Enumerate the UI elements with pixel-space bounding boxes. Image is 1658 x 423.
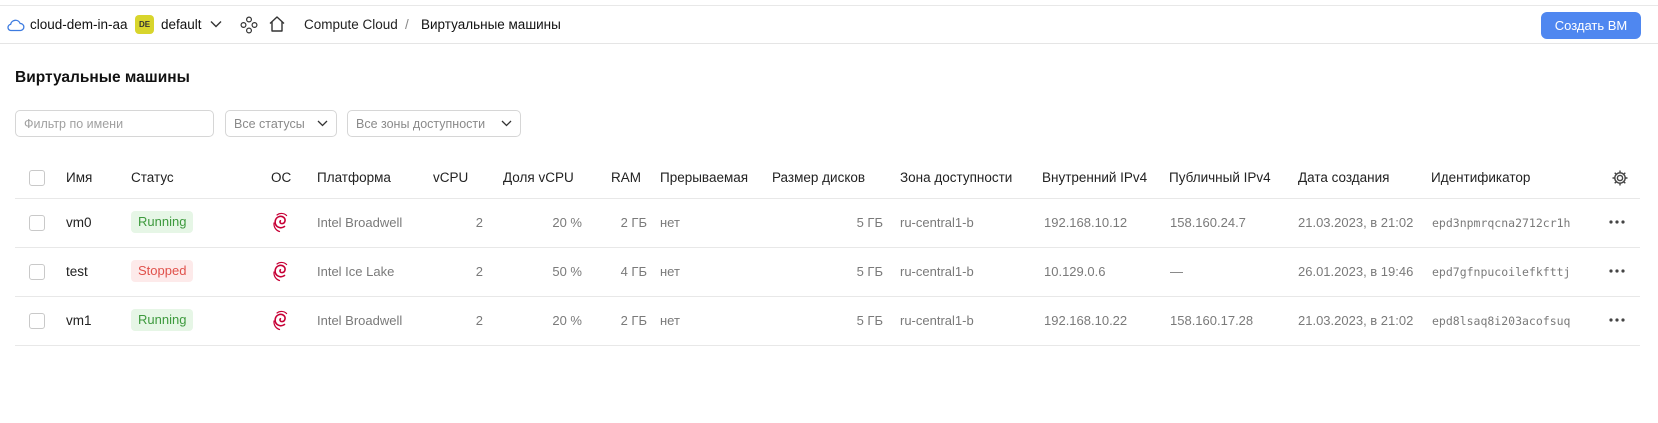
vm-name[interactable]: vm1 bbox=[66, 313, 92, 328]
table-row[interactable]: test Stopped Intel Ice Lake 2 50 % 4 ГБ … bbox=[15, 248, 1640, 297]
top-navigation-bar: cloud-dem-in-aa DE default Compute Cloud… bbox=[0, 6, 1658, 44]
vm-id: epd8lsaq8i203acofsuq bbox=[1432, 314, 1571, 328]
column-header-internal-ipv4[interactable]: Внутренний IPv4 bbox=[1042, 170, 1147, 185]
gear-icon[interactable] bbox=[1611, 169, 1629, 187]
zone: ru-central1-b bbox=[900, 264, 974, 279]
column-header-os[interactable]: ОС bbox=[271, 170, 291, 185]
column-header-preemptible[interactable]: Прерываемая bbox=[660, 170, 748, 185]
vm-name[interactable]: vm0 bbox=[66, 215, 92, 230]
vcpu: 2 bbox=[475, 264, 483, 279]
ram: 2 ГБ bbox=[620, 313, 647, 328]
chevron-down-icon[interactable] bbox=[210, 20, 222, 28]
column-header-status[interactable]: Статус bbox=[131, 170, 174, 185]
created-date: 21.03.2023, в 21:02 bbox=[1298, 313, 1414, 328]
services-icon[interactable] bbox=[240, 16, 258, 34]
select-all-checkbox[interactable] bbox=[29, 170, 45, 186]
platform: Intel Ice Lake bbox=[317, 264, 395, 279]
home-icon[interactable] bbox=[268, 15, 286, 33]
folder-badge: DE bbox=[135, 15, 154, 34]
platform: Intel Broadwell bbox=[317, 313, 403, 328]
row-checkbox[interactable] bbox=[29, 313, 45, 329]
status-badge: Running bbox=[131, 309, 194, 331]
column-header-disk-size[interactable]: Размер дисков bbox=[772, 170, 865, 185]
column-header-ram[interactable]: RAM bbox=[611, 170, 641, 185]
table-header-row: Имя Статус ОС Платформа vCPU Доля vCPU R… bbox=[15, 158, 1640, 199]
preemptible: нет bbox=[660, 264, 680, 279]
more-options-icon[interactable] bbox=[1609, 269, 1625, 273]
vm-id: epd7gfnpucoilefkfttj bbox=[1432, 265, 1571, 279]
vm-name[interactable]: test bbox=[66, 264, 88, 279]
vcpu: 2 bbox=[475, 313, 483, 328]
internal-ipv4: 192.168.10.22 bbox=[1044, 313, 1128, 328]
created-date: 21.03.2023, в 21:02 bbox=[1298, 215, 1414, 230]
name-filter-input[interactable] bbox=[15, 110, 214, 137]
column-header-created[interactable]: Дата создания bbox=[1298, 170, 1390, 185]
disk-size: 5 ГБ bbox=[856, 264, 883, 279]
status-filter-label: Все статусы bbox=[234, 116, 305, 131]
folder-name[interactable]: default bbox=[161, 17, 202, 32]
column-header-vcpu[interactable]: vCPU bbox=[433, 170, 468, 185]
internal-ipv4: 192.168.10.12 bbox=[1044, 215, 1128, 230]
disk-size: 5 ГБ bbox=[856, 215, 883, 230]
cloud-name[interactable]: cloud-dem-in-aa bbox=[30, 17, 128, 32]
column-header-id[interactable]: Идентификатор bbox=[1431, 170, 1530, 185]
column-header-vcpu-share[interactable]: Доля vCPU bbox=[503, 170, 574, 185]
debian-icon bbox=[273, 310, 288, 331]
vm-id: epd3npmrqcna2712cr1h bbox=[1432, 216, 1571, 230]
debian-icon bbox=[273, 261, 288, 282]
row-checkbox[interactable] bbox=[29, 264, 45, 280]
breadcrumb-compute-cloud[interactable]: Compute Cloud bbox=[304, 17, 398, 32]
zone-filter-dropdown[interactable]: Все зоны доступности bbox=[347, 110, 521, 137]
create-vm-button[interactable]: Создать ВМ bbox=[1541, 12, 1641, 39]
public-ipv4: 158.160.17.28 bbox=[1170, 313, 1254, 328]
vcpu-share: 50 % bbox=[552, 264, 582, 279]
disk-size: 5 ГБ bbox=[856, 313, 883, 328]
vcpu-share: 20 % bbox=[552, 313, 582, 328]
zone: ru-central1-b bbox=[900, 313, 974, 328]
public-ipv4: — bbox=[1170, 264, 1183, 279]
table-row[interactable]: vm1 Running Intel Broadwell 2 20 % 2 ГБ … bbox=[15, 297, 1640, 346]
ram: 2 ГБ bbox=[620, 215, 647, 230]
zone-filter-label: Все зоны доступности bbox=[356, 116, 486, 131]
column-header-zone[interactable]: Зона доступности bbox=[900, 170, 1012, 185]
more-options-icon[interactable] bbox=[1609, 220, 1625, 224]
status-badge: Running bbox=[131, 211, 194, 233]
column-header-name[interactable]: Имя bbox=[66, 170, 92, 185]
debian-icon bbox=[273, 212, 288, 233]
internal-ipv4: 10.129.0.6 bbox=[1044, 264, 1106, 279]
chevron-down-icon bbox=[317, 120, 328, 127]
status-filter-dropdown[interactable]: Все статусы bbox=[225, 110, 337, 137]
more-options-icon[interactable] bbox=[1609, 318, 1625, 322]
chevron-down-icon bbox=[501, 120, 512, 127]
column-header-public-ipv4[interactable]: Публичный IPv4 bbox=[1169, 170, 1271, 185]
cloud-icon bbox=[7, 19, 25, 32]
status-badge: Stopped bbox=[131, 260, 194, 282]
column-header-platform[interactable]: Платформа bbox=[317, 170, 391, 185]
breadcrumb-current: Виртуальные машины bbox=[421, 17, 561, 32]
zone: ru-central1-b bbox=[900, 215, 974, 230]
row-checkbox[interactable] bbox=[29, 215, 45, 231]
table-row[interactable]: vm0 Running Intel Broadwell 2 20 % 2 ГБ … bbox=[15, 199, 1640, 248]
breadcrumb-separator: / bbox=[405, 17, 409, 32]
vcpu-share: 20 % bbox=[552, 215, 582, 230]
ram: 4 ГБ bbox=[620, 264, 647, 279]
public-ipv4: 158.160.24.7 bbox=[1170, 215, 1246, 230]
platform: Intel Broadwell bbox=[317, 215, 403, 230]
preemptible: нет bbox=[660, 215, 680, 230]
preemptible: нет bbox=[660, 313, 680, 328]
created-date: 26.01.2023, в 19:46 bbox=[1298, 264, 1414, 279]
page-title: Виртуальные машины bbox=[15, 69, 190, 86]
vcpu: 2 bbox=[475, 215, 483, 230]
